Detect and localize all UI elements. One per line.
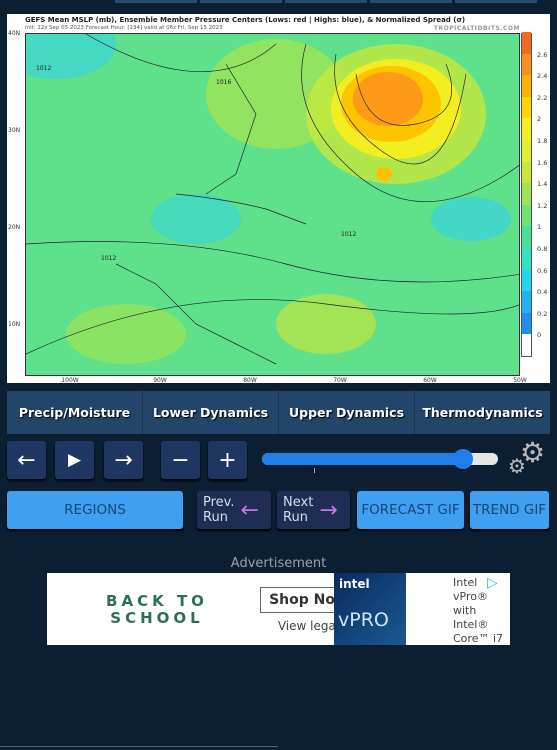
- map-plot: 1012 1016 1012 1012: [25, 33, 520, 376]
- intel-vpro-logo: intel vPRO: [334, 573, 406, 645]
- next-run-button[interactable]: Next Run →: [277, 491, 350, 529]
- lon-label: 90W: [153, 377, 167, 384]
- next-run-label: Run: [283, 510, 308, 525]
- top-tab-fragment[interactable]: [115, 0, 197, 3]
- top-tab-fragment[interactable]: [455, 0, 537, 3]
- prev-run-label: Prev.: [203, 495, 235, 510]
- colorbar-tick-label: 0.6: [537, 266, 548, 275]
- regions-button[interactable]: REGIONS: [7, 491, 183, 529]
- slider-thumb[interactable]: [452, 449, 473, 469]
- advertisement-banner[interactable]: BACK TO SCHOOL Shop Now View legal intel…: [47, 573, 510, 645]
- colorbar-band: [522, 53, 531, 76]
- colorbar-band: [522, 32, 531, 54]
- tab-lower-dynamics[interactable]: Lower Dynamics: [143, 391, 279, 434]
- trend-gif-button[interactable]: TREND GIF: [470, 491, 549, 529]
- colorbar-tick-label: 0.8: [537, 245, 548, 253]
- vpro-brand: vPRO: [338, 609, 389, 631]
- lat-label: 20N: [8, 224, 21, 231]
- colorbar-band: [522, 226, 531, 248]
- tab-upper-dynamics[interactable]: Upper Dynamics: [279, 391, 415, 434]
- colorbar-tick-label: 0.2: [537, 309, 548, 318]
- forecast-gif-button[interactable]: FORECAST GIF: [357, 491, 464, 529]
- colorbar-band: [522, 183, 531, 205]
- colorbar-tick-label: 1.6: [537, 158, 548, 167]
- colorbar-tick-label: 0.4: [537, 288, 548, 297]
- ad-headline: BACK TO: [106, 592, 208, 610]
- map-subtitle: Init: 12z Sep 05 2023 Forecast Hour: [23…: [25, 25, 223, 31]
- colorbar-tick-label: 1.2: [537, 201, 548, 210]
- tab-thermodynamics[interactable]: Thermodynamics: [415, 391, 550, 434]
- colorbar-band: [522, 140, 531, 162]
- colorbar-band: [522, 204, 531, 227]
- map-title: GEFS Mean MSLP (mb), Ensemble Member Pre…: [25, 16, 466, 24]
- tab-precip-moisture[interactable]: Precip/Moisture: [7, 391, 143, 434]
- colorbar-tick-label: 2: [537, 115, 542, 124]
- lon-label: 80W: [243, 377, 257, 384]
- colorbar-tick-label: 1: [537, 223, 542, 232]
- colorbar-tick-label: 1.8: [537, 137, 548, 145]
- top-tab-fragment[interactable]: [285, 0, 367, 3]
- intel-brand: intel: [339, 577, 370, 591]
- colorbar-tick-label: 2.2: [537, 93, 548, 102]
- slider-fill: [262, 453, 463, 465]
- top-tab-fragment[interactable]: [370, 0, 452, 3]
- colorbar-band: [522, 334, 531, 356]
- category-tabs: Precip/Moisture Lower Dynamics Upper Dyn…: [7, 391, 550, 434]
- colorbar-band: [522, 75, 531, 97]
- colorbar-band: [522, 161, 531, 184]
- next-frame-button[interactable]: →: [104, 441, 143, 479]
- arrow-right-icon: →: [319, 497, 338, 523]
- play-button[interactable]: ▶: [55, 441, 94, 479]
- colorbar-band: [522, 269, 531, 292]
- lon-label: 50W: [513, 377, 527, 384]
- colorbar-band: [522, 118, 531, 140]
- arrow-left-icon: ←: [240, 497, 259, 523]
- lon-label: 60W: [423, 377, 437, 384]
- lat-label: 10N: [8, 321, 21, 328]
- colorbar-band: [522, 312, 531, 335]
- forecast-map: GEFS Mean MSLP (mb), Ensemble Member Pre…: [7, 14, 550, 384]
- settings-gear-icon[interactable]: ⚙ ⚙: [508, 436, 548, 480]
- isobar-label: 1012: [341, 231, 356, 238]
- divider: [0, 746, 278, 747]
- next-run-label: Next: [283, 495, 314, 510]
- forecast-hour-slider[interactable]: [262, 449, 498, 469]
- previous-run-button[interactable]: Prev. Run ←: [197, 491, 271, 529]
- isobar-label: 1012: [101, 255, 116, 262]
- map-brand: TROPICALTIDBITS.COM: [433, 25, 520, 32]
- colorbar: [521, 32, 532, 357]
- colorbar-tick-label: 2.4: [537, 72, 548, 81]
- ad-label: Advertisement: [230, 556, 327, 571]
- colorbar-band: [522, 248, 531, 270]
- lon-label: 70W: [333, 377, 347, 384]
- top-tab-fragment[interactable]: [200, 0, 282, 3]
- previous-frame-button[interactable]: ←: [7, 441, 46, 479]
- colorbar-tick-label: 2.6: [537, 50, 548, 59]
- colorbar-band: [522, 96, 531, 119]
- colorbar-tick-label: 0: [537, 331, 542, 340]
- isobar-label: 1016: [216, 79, 231, 86]
- zoom-out-button[interactable]: −: [161, 441, 200, 479]
- colorbar-tick-label: 1.4: [537, 180, 548, 189]
- lat-label: 30N: [8, 127, 21, 134]
- isobar-label: 1012: [36, 65, 51, 72]
- prev-run-label: Run: [203, 510, 228, 525]
- colorbar-band: [522, 291, 531, 313]
- adchoices-icon[interactable]: ▷: [487, 575, 498, 591]
- zoom-in-button[interactable]: +: [208, 441, 247, 479]
- lon-label: 100W: [61, 377, 79, 384]
- lat-label: 40N: [8, 30, 21, 37]
- ad-headline: SCHOOL: [110, 609, 204, 627]
- slider-tick: [314, 468, 315, 473]
